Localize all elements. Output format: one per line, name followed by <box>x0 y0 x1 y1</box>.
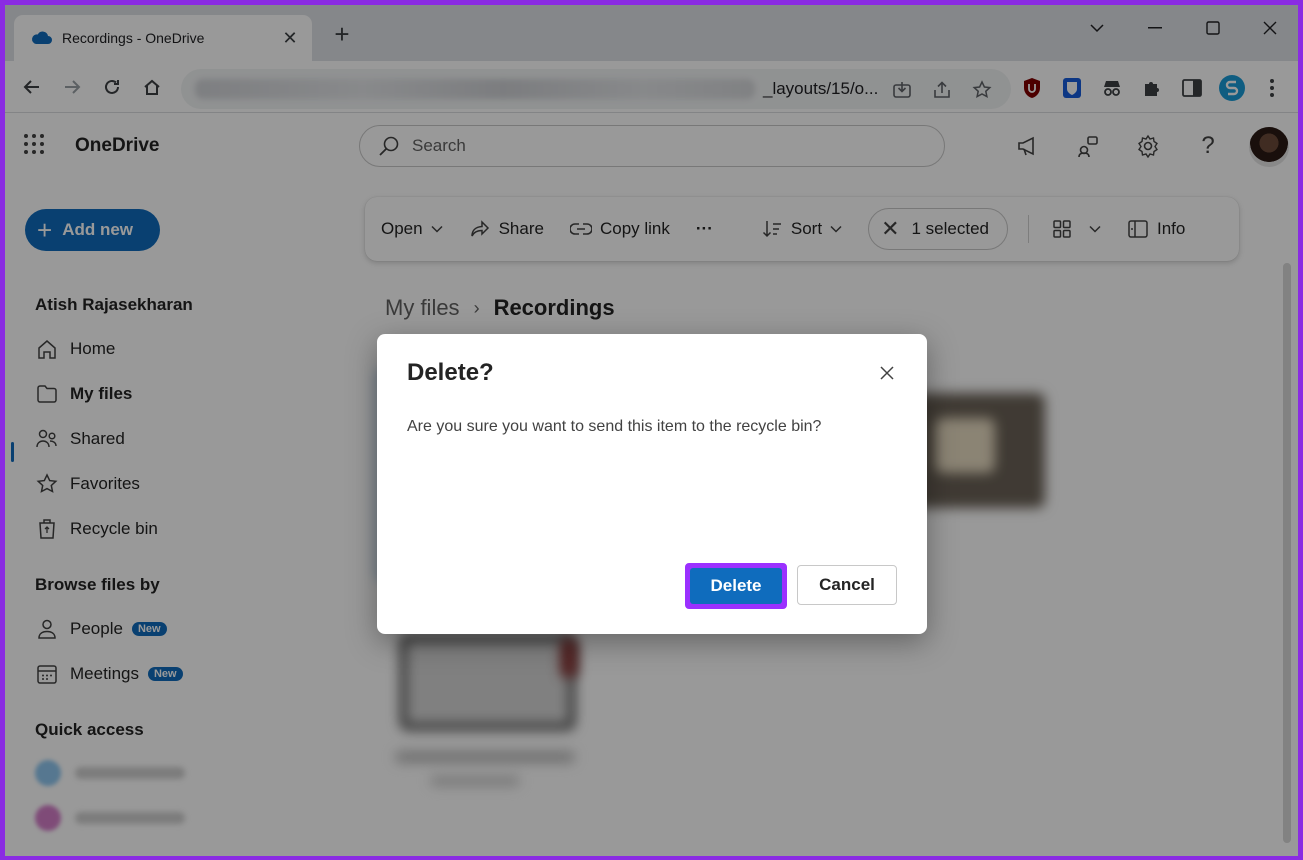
delete-dialog: Delete? Are you sure you want to send th… <box>377 334 927 634</box>
scrollbar[interactable] <box>1283 263 1291 843</box>
dialog-title: Delete? <box>407 359 494 386</box>
browser-window: Recordings - OneDrive ✕ + _layouts/15/o.… <box>5 5 1298 856</box>
dialog-message: Are you sure you want to send this item … <box>407 418 822 435</box>
delete-button-label: Delete <box>690 568 782 604</box>
delete-button[interactable]: Delete <box>685 563 787 609</box>
cancel-button[interactable]: Cancel <box>797 565 897 605</box>
close-icon[interactable] <box>875 361 899 385</box>
